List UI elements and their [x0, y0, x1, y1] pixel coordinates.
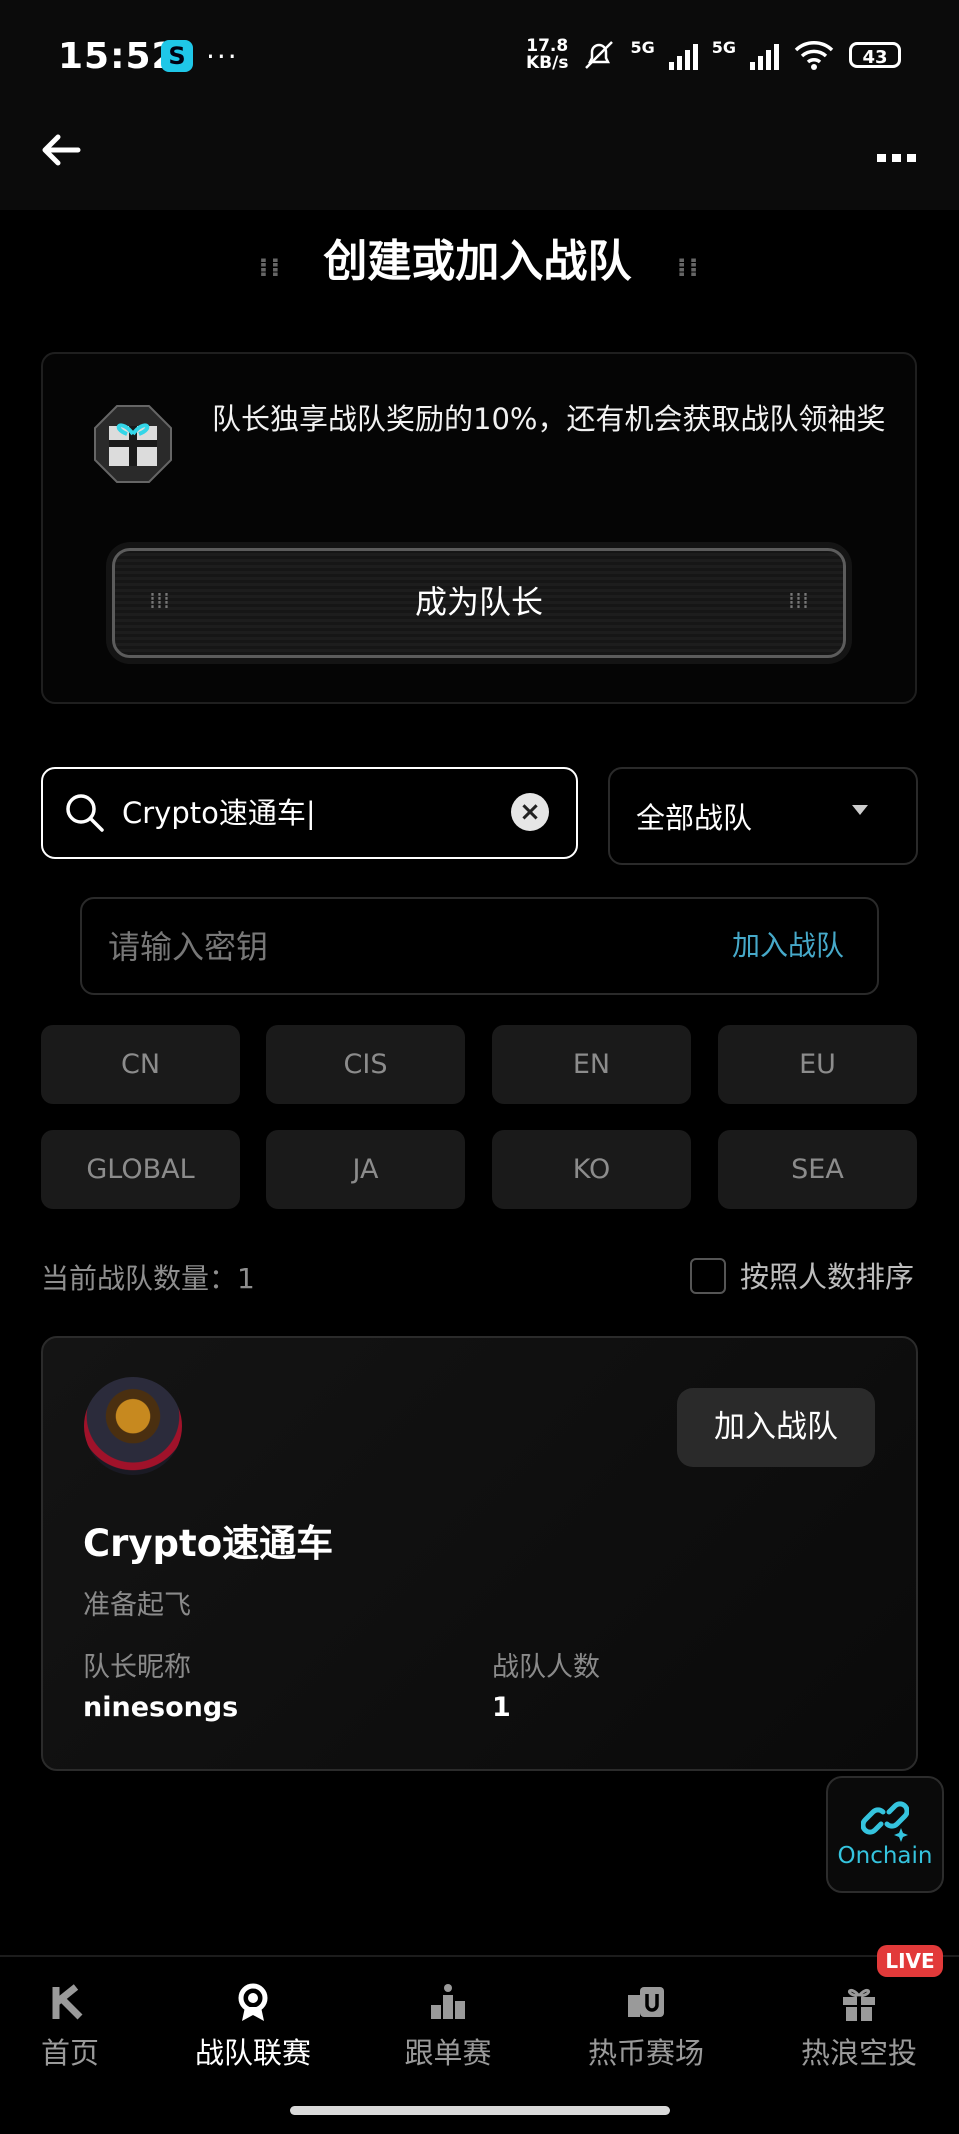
- network-type-2: 5G: [711, 38, 736, 57]
- tab-hot-airdrop[interactable]: 热浪空投: [764, 1983, 954, 2072]
- home-indicator[interactable]: [290, 2106, 670, 2115]
- region-chip-en[interactable]: EN: [492, 1025, 691, 1104]
- coin-arena-icon: [628, 1987, 664, 2017]
- team-avatar: [84, 1377, 182, 1475]
- secret-key-placeholder[interactable]: 请输入密钥: [108, 922, 268, 968]
- tab-team-league[interactable]: 战队联赛: [158, 1983, 348, 2072]
- search-value[interactable]: Crypto速通车|: [122, 790, 316, 832]
- join-team-button[interactable]: 加入战队: [677, 1388, 875, 1467]
- region-chip-sea[interactable]: SEA: [718, 1130, 917, 1209]
- captain-benefit-text: 队长独享战队奖励的10%，还有机会获取战队领袖奖: [212, 402, 886, 436]
- region-chip-eu[interactable]: EU: [718, 1025, 917, 1104]
- sort-by-members-label[interactable]: 按照人数排序: [740, 1254, 914, 1296]
- title-deco-right-icon: ⁞⁞: [676, 253, 701, 283]
- status-time: 15:52: [58, 36, 178, 77]
- team-name: Crypto速通车: [83, 1522, 334, 1565]
- team-members-value: 1: [492, 1692, 511, 1723]
- region-chip-global[interactable]: GLOBAL: [41, 1130, 240, 1209]
- button-deco-left-icon: ⁞⁞⁞: [149, 589, 170, 614]
- kucoin-logo-icon: [52, 1984, 83, 2020]
- wifi-icon: [794, 41, 834, 70]
- chevron-down-icon: [852, 805, 868, 815]
- team-motto: 准备起飞: [83, 1590, 191, 1621]
- region-chip-cis[interactable]: CIS: [266, 1025, 465, 1104]
- filter-selected[interactable]: 全部战队: [636, 795, 752, 837]
- region-chip-ko[interactable]: KO: [492, 1130, 691, 1209]
- signal-2-icon: [750, 40, 779, 70]
- medal-icon: [238, 1983, 268, 2021]
- button-deco-right-icon: ⁞⁞⁞: [788, 589, 809, 614]
- alarm-off-icon: [585, 41, 614, 69]
- search-icon: [66, 794, 104, 832]
- net-speed: 17.8 KB/s: [526, 36, 569, 73]
- back-arrow-icon[interactable]: [38, 128, 82, 183]
- title-deco-left-icon: ⁞⁞: [258, 253, 294, 283]
- network-type-1: 5G: [630, 38, 655, 57]
- more-options-icon[interactable]: [877, 128, 917, 174]
- page-title: ⁞⁞ 创建或加入战队 ⁞⁞: [258, 236, 701, 287]
- team-count: 当前战队数量：1: [41, 1262, 255, 1295]
- live-badge: LIVE: [877, 1945, 943, 1977]
- battery-icon: 43: [849, 42, 901, 68]
- become-captain-button[interactable]: ⁞⁞⁞ 成为队长 ⁞⁞⁞: [112, 548, 846, 658]
- tab-copy-trading-contest[interactable]: 跟单赛: [353, 1983, 543, 2072]
- gift-box-icon: [94, 405, 172, 483]
- gift-icon: [843, 1988, 875, 2021]
- status-indicators: 17.8 KB/s 5G 5G 43: [526, 38, 901, 72]
- tab-home[interactable]: 首页: [0, 1983, 165, 2072]
- join-with-key-button[interactable]: 加入战队: [732, 924, 844, 964]
- onchain-floating-button[interactable]: [826, 1776, 944, 1893]
- sort-by-members-checkbox[interactable]: [690, 1258, 726, 1294]
- signal-1-icon: [668, 40, 698, 70]
- chain-link-icon: [860, 1801, 910, 1842]
- region-chip-cn[interactable]: CN: [41, 1025, 240, 1104]
- captain-nickname-value: ninesongs: [83, 1692, 239, 1723]
- team-members-label: 战队人数: [492, 1652, 600, 1683]
- podium-icon: [431, 1984, 465, 2019]
- clear-search-icon[interactable]: ×: [511, 793, 549, 831]
- onchain-label[interactable]: Onchain: [826, 1843, 944, 1869]
- tab-hot-coin-arena[interactable]: 热币赛场: [551, 1983, 741, 2072]
- more-notifications-icon: ···: [206, 40, 239, 73]
- captain-nickname-label: 队长昵称: [83, 1652, 191, 1683]
- app-notification-icon: S: [161, 40, 193, 72]
- top-nav: [0, 115, 959, 210]
- region-chip-ja[interactable]: JA: [266, 1130, 465, 1209]
